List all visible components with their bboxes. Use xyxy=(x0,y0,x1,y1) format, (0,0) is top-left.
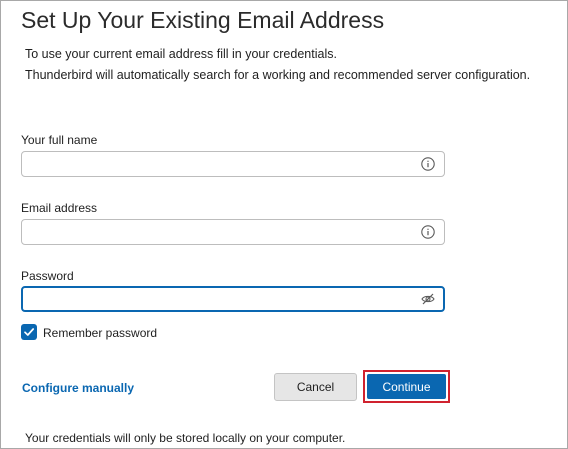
full-name-input[interactable] xyxy=(28,154,408,174)
eye-hidden-icon[interactable] xyxy=(421,292,435,306)
remember-password-label[interactable]: Remember password xyxy=(43,326,157,340)
password-input[interactable] xyxy=(29,290,409,310)
cancel-button[interactable]: Cancel xyxy=(274,373,357,401)
password-label: Password xyxy=(21,269,74,283)
continue-button[interactable]: Continue xyxy=(367,374,446,399)
email-label: Email address xyxy=(21,201,98,215)
description-line-1: To use your current email address fill i… xyxy=(25,47,337,61)
full-name-field-box xyxy=(21,151,445,177)
account-setup-dialog: Set Up Your Existing Email Address To us… xyxy=(0,0,568,449)
info-icon[interactable] xyxy=(421,225,435,239)
remember-password-checkbox[interactable] xyxy=(21,324,37,340)
description-line-2: Thunderbird will automatically search fo… xyxy=(25,68,531,82)
info-icon[interactable] xyxy=(421,157,435,171)
page-title: Set Up Your Existing Email Address xyxy=(21,7,385,33)
continue-highlight-box: Continue xyxy=(363,370,450,403)
privacy-note: Your credentials will only be stored loc… xyxy=(25,431,346,445)
password-field-box xyxy=(21,286,445,312)
configure-manually-link[interactable]: Configure manually xyxy=(22,381,134,395)
email-field-box xyxy=(21,219,445,245)
email-input[interactable] xyxy=(28,222,408,242)
full-name-label: Your full name xyxy=(21,133,98,147)
